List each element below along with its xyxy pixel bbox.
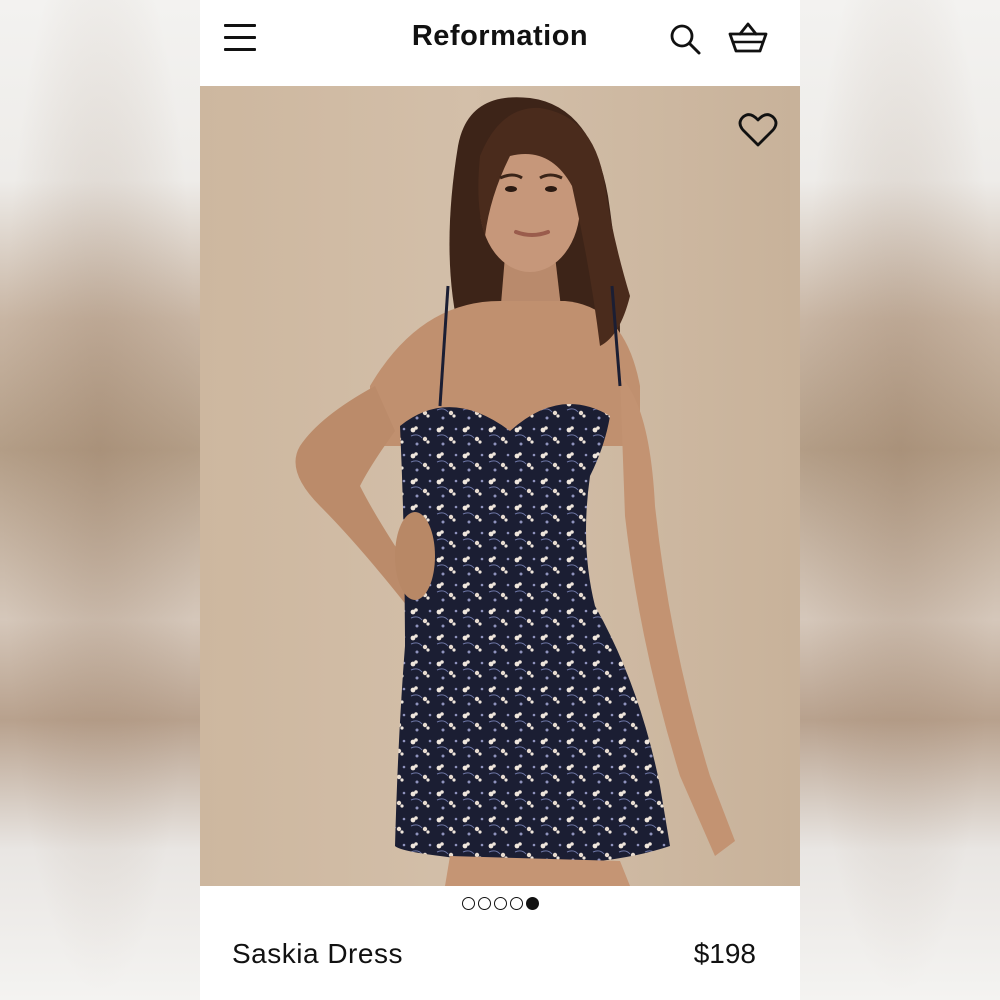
product-screen: Reformation Saskia Dress $198 xyxy=(200,0,800,1000)
image-pagination-dots xyxy=(200,897,800,913)
pagination-dot[interactable] xyxy=(461,897,475,910)
shopping-basket-icon[interactable] xyxy=(728,20,768,56)
model-photo xyxy=(295,97,735,886)
pagination-dot[interactable] xyxy=(509,897,523,910)
product-image[interactable] xyxy=(200,86,800,886)
blurred-right-backdrop xyxy=(800,0,1000,1000)
pagination-dot-active[interactable] xyxy=(525,897,539,910)
heart-icon[interactable] xyxy=(738,112,778,148)
top-nav-bar: Reformation xyxy=(200,0,800,86)
hamburger-menu-icon[interactable] xyxy=(224,22,258,52)
pagination-dot[interactable] xyxy=(477,897,491,910)
brand-logo[interactable]: Reformation xyxy=(200,20,800,53)
blurred-left-backdrop xyxy=(0,0,200,1000)
search-icon[interactable] xyxy=(668,22,702,56)
product-name: Saskia Dress xyxy=(232,938,403,969)
product-price: $198 xyxy=(693,938,756,969)
pagination-dot[interactable] xyxy=(493,897,507,910)
